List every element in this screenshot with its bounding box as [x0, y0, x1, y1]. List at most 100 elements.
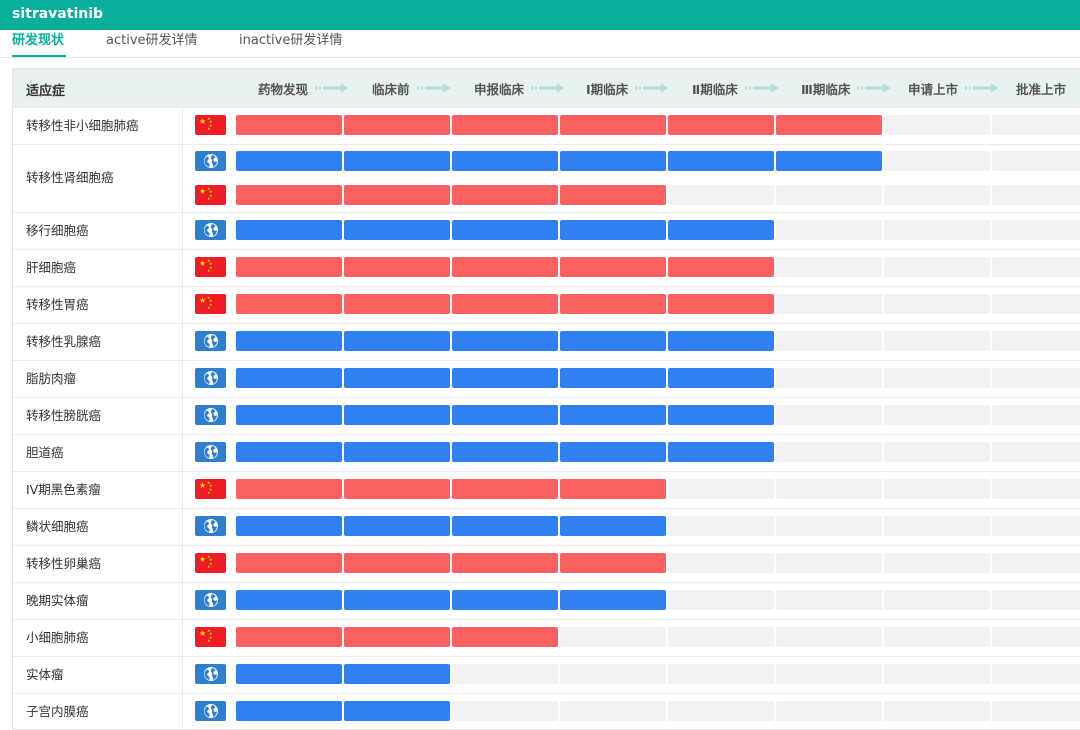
indication-cell: 肝细胞癌: [13, 250, 183, 286]
stage-bar-filled: [560, 590, 666, 610]
stage-bar-filled: [560, 405, 666, 425]
stage-bar-empty: [452, 701, 558, 721]
china-flag-icon: ★ ★ ★ ★ ★: [195, 257, 226, 277]
indication-name[interactable]: 转移性胃癌: [26, 297, 89, 313]
stage-bar-filled: [236, 257, 342, 277]
stage-bar-empty: [884, 516, 990, 536]
globe-icon: [195, 220, 226, 240]
table-row: 移行细胞癌: [13, 212, 1080, 249]
stage-bar-filled: [560, 553, 666, 573]
indication-name[interactable]: IV期黑色素瘤: [26, 482, 101, 498]
stage-bar-empty: [884, 115, 990, 135]
stage-bar-empty: [992, 331, 1080, 351]
tab-inactive-details[interactable]: inactive研发详情: [239, 32, 342, 50]
stage-bar-filled: [560, 368, 666, 388]
stage-bar-empty: [668, 590, 774, 610]
china-flag-icon: ★ ★ ★ ★ ★: [195, 294, 226, 314]
china-flag-icon: ★ ★ ★ ★ ★: [195, 115, 226, 135]
stage-bar-filled: [668, 151, 774, 171]
stage-bar-filled: [344, 185, 450, 205]
globe-icon: [195, 151, 226, 171]
stage-bar-empty: [992, 701, 1080, 721]
stage-bar-empty: [992, 590, 1080, 610]
stage-bar-filled: [344, 220, 450, 240]
table-row: 转移性膀胱癌: [13, 397, 1080, 434]
indication-name[interactable]: 实体瘤: [26, 667, 64, 683]
stage-bar-empty: [884, 331, 990, 351]
indication-name[interactable]: 胆道癌: [26, 445, 64, 461]
stage-header-7: 申请上市: [908, 69, 999, 107]
indication-cell: 脂肪肉瘤: [13, 361, 183, 397]
tab-status[interactable]: 研发现状: [12, 32, 64, 50]
stage-bar-filled: [344, 627, 450, 647]
stage-bar-filled: [344, 516, 450, 536]
stage-bar-empty: [884, 553, 990, 573]
stage-bar-empty: [776, 294, 882, 314]
indication-name[interactable]: 肝细胞癌: [26, 260, 76, 276]
stage-bar-empty: [560, 664, 666, 684]
indication-column-header: 适应症: [26, 84, 66, 99]
indication-cell: 转移性卵巢癌: [13, 546, 183, 582]
table-row: 转移性非小细胞肺癌 ★ ★ ★ ★ ★: [13, 107, 1080, 144]
active-tab-indicator: [12, 55, 66, 57]
indication-name[interactable]: 移行细胞癌: [26, 223, 89, 239]
stage-bar-filled: [344, 442, 450, 462]
stage-bar-filled: [236, 590, 342, 610]
china-flag-icon: ★ ★ ★ ★ ★: [195, 185, 226, 205]
table-row: 脂肪肉瘤: [13, 360, 1080, 397]
stage-header-8: 批准上市: [1016, 69, 1066, 107]
stage-bar-empty: [776, 590, 882, 610]
stage-bar-filled: [452, 442, 558, 462]
tab-active-details[interactable]: active研发详情: [106, 32, 198, 50]
china-flag-icon: ★ ★ ★ ★ ★: [195, 479, 226, 499]
table-row: IV期黑色素瘤 ★ ★ ★ ★ ★: [13, 471, 1080, 508]
stage-bar-empty: [884, 405, 990, 425]
globe-icon: [195, 701, 226, 721]
stage-bar-empty: [884, 701, 990, 721]
stage-bar-empty: [884, 664, 990, 684]
stage-bar-filled: [344, 664, 450, 684]
stage-bar-empty: [668, 627, 774, 647]
stage-label: 申请上市: [908, 81, 959, 97]
indication-cell: 转移性非小细胞肺癌: [13, 108, 183, 144]
table-row: 转移性肾细胞癌 ★ ★ ★ ★ ★: [13, 144, 1080, 212]
indication-cell: 转移性肾细胞癌: [13, 145, 183, 212]
stage-bar-empty: [668, 664, 774, 684]
indication-name[interactable]: 转移性非小细胞肺癌: [26, 118, 139, 134]
table-row: 转移性卵巢癌 ★ ★ ★ ★ ★: [13, 545, 1080, 582]
table-header: 适应症 药物发现 临床前 申报临床 Ⅰ期临床 Ⅱ期临床 Ⅲ期临床 申请上市 批准上市: [13, 69, 1080, 107]
indication-name[interactable]: 小细胞肺癌: [26, 630, 89, 646]
indication-name[interactable]: 转移性卵巢癌: [26, 556, 101, 572]
stage-bar-filled: [344, 479, 450, 499]
stage-bar-empty: [776, 701, 882, 721]
indication-cell: 晚期实体瘤: [13, 583, 183, 619]
stage-arrow-icon: [531, 83, 565, 93]
stage-bar-filled: [668, 220, 774, 240]
stage-bar-empty: [884, 185, 990, 205]
stage-bar-filled: [236, 151, 342, 171]
indication-name[interactable]: 鳞状细胞癌: [26, 519, 89, 535]
stage-bar-filled: [668, 331, 774, 351]
stage-bar-filled: [236, 516, 342, 536]
stage-label: Ⅱ期临床: [692, 81, 738, 97]
stage-bar-filled: [344, 368, 450, 388]
stage-bar-empty: [992, 294, 1080, 314]
stage-bar-empty: [776, 368, 882, 388]
stage-bar-filled: [452, 479, 558, 499]
stage-bar-empty: [992, 257, 1080, 277]
indication-name[interactable]: 转移性肾细胞癌: [26, 170, 114, 186]
stage-bar-empty: [776, 664, 882, 684]
indication-name[interactable]: 子宫内膜癌: [26, 704, 89, 720]
stage-header-4: Ⅰ期临床: [586, 69, 669, 107]
stage-bar-empty: [992, 479, 1080, 499]
stage-bar-filled: [452, 590, 558, 610]
stage-bar-filled: [560, 257, 666, 277]
stage-bar-empty: [668, 516, 774, 536]
indication-name[interactable]: 转移性膀胱癌: [26, 408, 101, 424]
indication-name[interactable]: 晚期实体瘤: [26, 593, 89, 609]
indication-name[interactable]: 脂肪肉瘤: [26, 371, 76, 387]
indication-cell: 移行细胞癌: [13, 213, 183, 249]
table-row: 肝细胞癌 ★ ★ ★ ★ ★: [13, 249, 1080, 286]
indication-name[interactable]: 转移性乳腺癌: [26, 334, 101, 350]
stage-bar-filled: [236, 294, 342, 314]
